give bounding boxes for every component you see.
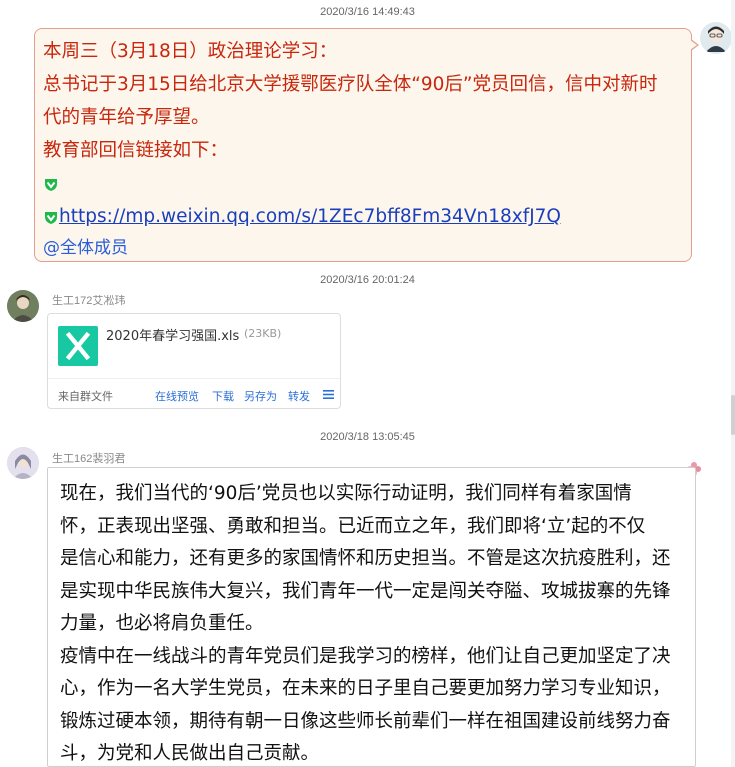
scrollbar-track[interactable] [731,0,735,767]
scrollbar-thumb[interactable] [731,395,735,435]
timestamp: 2020/3/16 20:01:24 [320,274,415,286]
file-size: (23KB) [244,327,282,340]
bubble-tail [690,39,699,51]
online-preview-link[interactable]: 在线预览 [155,388,199,404]
sender-name[interactable]: 生工172艾凇玮 [52,292,125,308]
message-line: 怀，正表现出坚强、勇敢和担当。已近而立之年，我们即将‘立’起的不仅 [60,515,646,537]
forward-link[interactable]: 转发 [288,388,310,404]
link-badge-row [43,167,683,200]
timestamp: 2020/3/18 13:05:45 [320,431,415,443]
message-line: 斗，为党和人民做出自己贡献。 [60,743,320,764]
green-check-shield-icon [45,179,57,191]
file-name[interactable]: 2020年春学习强国.xls [106,325,239,344]
message-bubble-other[interactable]: 现在，我们当代的‘90后’党员也以实际行动证明，我们同样有着家国情 怀，正表现出… [47,467,696,767]
file-source-label: 来自群文件 [58,390,113,403]
sender-avatar[interactable] [7,447,39,479]
avatar-image [7,447,39,479]
menu-icon[interactable] [323,390,334,399]
message-line: 教育部回信链接如下： [43,140,229,161]
message-line: 总书记于3月15日给北京大学援鄂医疗队全体“90后”党员回信，信中对新时 [43,74,658,95]
mention-all-members[interactable]: @全体成员 [43,233,683,263]
green-check-shield-icon [45,212,57,224]
sender-name[interactable]: 生工162裴羽君 [52,450,125,466]
message-line: 本周三（3月18日）政治理论学习： [43,41,338,62]
excel-file-icon [58,326,98,366]
avatar-image [700,22,732,54]
file-card[interactable]: 2020年春学习强国.xls (23KB) 来自群文件 在线预览 下载 另存为 … [47,313,341,409]
divider [48,378,340,379]
message-line: 代的青年给予厚望。 [43,107,210,128]
message-line: 锻炼过硬本领，期待有朝一日像这些师长前辈们一样在祖国建设前线努力奋 [60,710,671,732]
message-line: 是信心和能力，还有更多的家国情怀和历史担当。不管是这次抗疫胜利，还 [60,548,671,569]
article-link[interactable]: https://mp.weixin.qq.com/s/1ZEc7bff8Fm34… [59,206,561,227]
timestamp: 2020/3/16 14:49:43 [320,6,415,18]
chat-window: 2020/3/16 14:49:43 本周三（3月18日）政治理论学习： 总书记… [0,0,735,767]
message-line: 现在，我们当代的‘90后’党员也以实际行动证明，我们同样有着家国情 [60,483,632,504]
link-row: https://mp.weixin.qq.com/s/1ZEc7bff8Fm34… [43,200,683,233]
message-line: 疫情中在一线战斗的青年党员们是我学习的榜样，他们让自己更加坚定了决 [60,645,671,667]
save-as-link[interactable]: 另存为 [244,388,277,404]
message-line: 力量，也必将肩负重任。 [60,613,264,634]
message-line: 心，作为一名大学生党员，在未来的日子里自己要更加努力学习专业知识， [60,678,671,699]
sender-avatar[interactable] [7,290,39,322]
avatar-image [7,290,39,322]
self-avatar[interactable] [700,22,732,54]
message-line: 是实现中华民族伟大复兴，我们青年一代一定是闯关夺隘、攻城拔寨的先锋 [60,580,671,602]
message-bubble-self[interactable]: 本周三（3月18日）政治理论学习： 总书记于3月15日给北京大学援鄂医疗队全体“… [34,28,699,263]
download-link[interactable]: 下载 [212,388,234,404]
